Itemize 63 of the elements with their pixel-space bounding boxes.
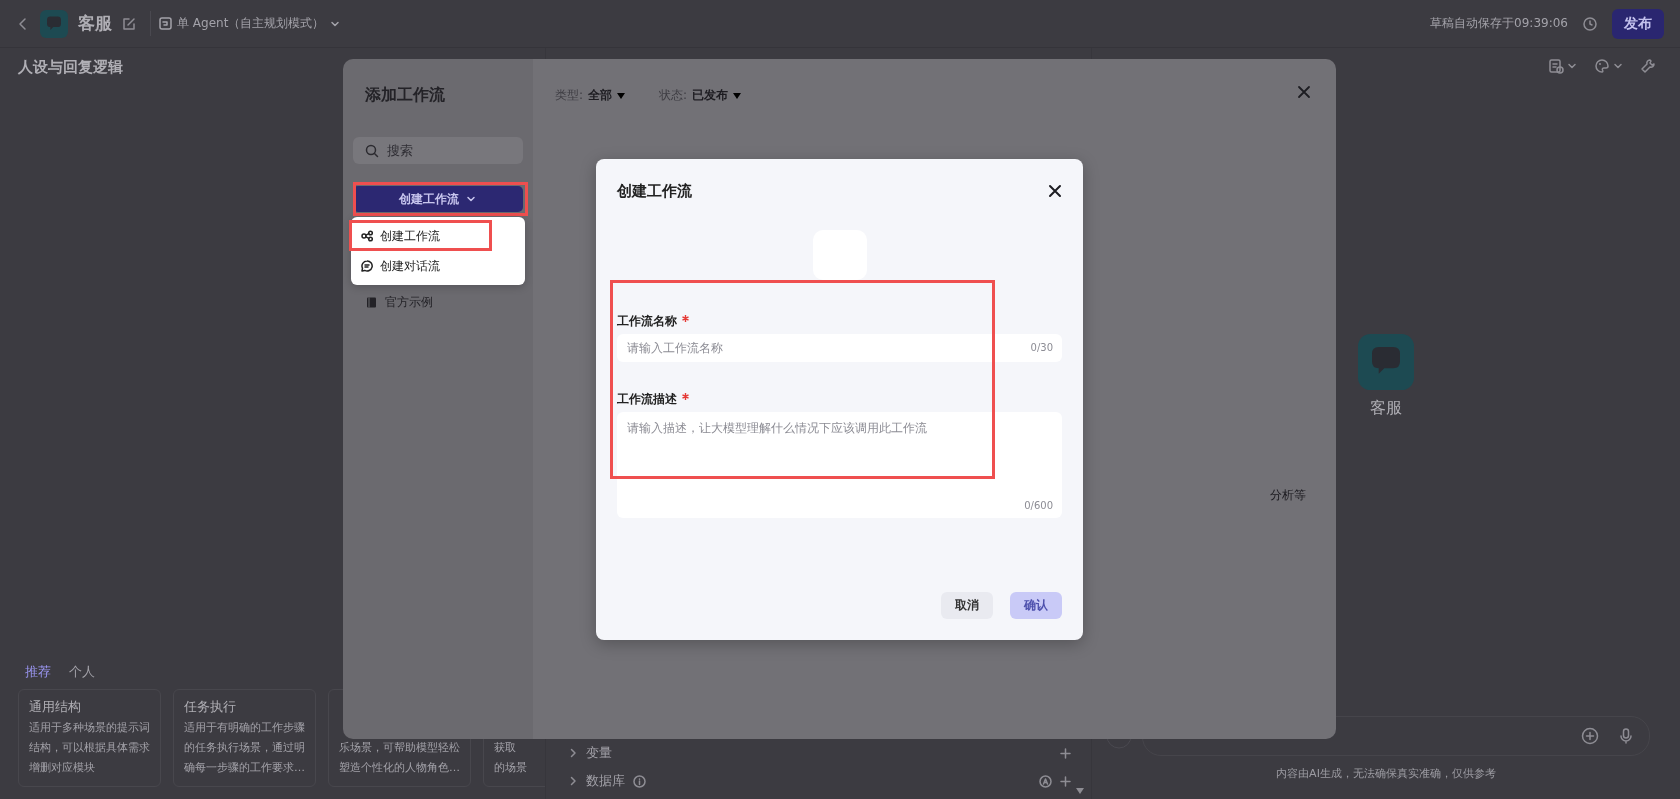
template-card[interactable]: 任务执行 适用于有明确的工作步骤 的任务执行场景，通过明 确每一步骤的工作要求… xyxy=(173,689,316,787)
add-icon[interactable] xyxy=(1581,727,1599,745)
empty-state-text: 分析等 xyxy=(1270,487,1306,504)
publish-button[interactable]: 发布 xyxy=(1612,8,1664,39)
nodes-icon xyxy=(361,230,373,242)
book-icon xyxy=(365,296,378,309)
wrench-icon[interactable] xyxy=(1640,58,1656,74)
chat-bubble-icon xyxy=(361,260,373,272)
search-field[interactable]: 搜索 xyxy=(353,137,523,164)
card-description: 乐场景，可帮助模型轻松 xyxy=(339,740,460,756)
search-icon xyxy=(365,144,379,158)
template-tab[interactable]: 推荐 xyxy=(25,663,51,681)
chevron-right-icon[interactable] xyxy=(568,748,578,758)
card-description: 塑造个性化的人物角色… xyxy=(339,760,460,776)
document-icon xyxy=(1548,58,1564,74)
card-description: 确每一步骤的工作要求… xyxy=(184,760,305,776)
history-icon[interactable] xyxy=(1582,15,1598,32)
card-description: 适用于有明确的工作步骤 xyxy=(184,720,305,736)
card-title: 任务执行 xyxy=(184,698,237,716)
edit-icon[interactable] xyxy=(122,16,136,31)
template-card[interactable]: 通用结构 适用于多种场景的提示词 结构，可以根据具体需求 增删对应模块 xyxy=(18,689,161,787)
card-description: 获取 xyxy=(494,740,517,756)
card-title: 通用结构 xyxy=(29,698,82,716)
create-workflow-button[interactable]: 创建工作流 xyxy=(353,186,523,212)
mode-dropdown[interactable]: 单 Agent（自主规划模式） xyxy=(150,11,350,36)
scroll-down-icon[interactable] xyxy=(1075,787,1085,795)
card-description: 的场景 xyxy=(494,760,528,776)
menu-item[interactable]: 创建对话流 xyxy=(351,251,525,281)
disclaimer-text: 内容由AI生成，无法确保真实准确，仅供参考 xyxy=(1275,766,1497,782)
skill-label: 数据库 xyxy=(586,772,625,790)
field-label: 工作流描述 xyxy=(617,390,677,408)
cancel-button[interactable]: 取消 xyxy=(941,592,993,619)
card-description: 结构，可以根据具体需求 xyxy=(29,740,150,756)
autosave-status: 草稿自动保存于09:39:06 xyxy=(1430,15,1568,32)
view-mode-button[interactable] xyxy=(1548,58,1578,74)
auto-icon[interactable] xyxy=(1039,774,1052,788)
dialog-title: 添加工作流 xyxy=(364,84,446,106)
field-label: 工作流名称 xyxy=(617,312,677,330)
app-name: 客服 xyxy=(78,12,112,35)
bot-avatar-icon xyxy=(1358,334,1414,390)
chevron-right-icon[interactable] xyxy=(568,776,578,786)
card-description: 适用于多种场景的提示词 xyxy=(29,720,150,736)
template-tab[interactable]: 个人 xyxy=(69,663,95,681)
card-description: 增删对应模块 xyxy=(29,760,96,776)
bot-name: 客服 xyxy=(1370,398,1402,419)
microphone-icon[interactable] xyxy=(1617,727,1635,745)
character-counter: 0/30 xyxy=(1030,342,1053,353)
character-counter: 0/600 xyxy=(1024,500,1053,511)
caret-down-icon xyxy=(617,92,626,99)
plus-icon[interactable] xyxy=(1060,747,1071,759)
skill-label: 变量 xyxy=(586,744,612,762)
palette-icon xyxy=(1594,58,1610,74)
plus-icon[interactable] xyxy=(1060,775,1071,787)
menu-item[interactable]: 创建工作流 xyxy=(351,221,525,251)
close-icon[interactable] xyxy=(1048,184,1062,198)
bot-avatar-icon xyxy=(40,9,68,38)
info-icon xyxy=(633,774,646,788)
model-select-button[interactable] xyxy=(1594,58,1624,74)
card-description: 的任务执行场景，通过明 xyxy=(184,740,305,756)
nav-item[interactable]: 官方示例 xyxy=(365,294,525,311)
caret-down-icon xyxy=(733,92,742,99)
dialog-title: 创建工作流 xyxy=(617,181,692,201)
section-title: 人设与回复逻辑 xyxy=(17,57,124,78)
